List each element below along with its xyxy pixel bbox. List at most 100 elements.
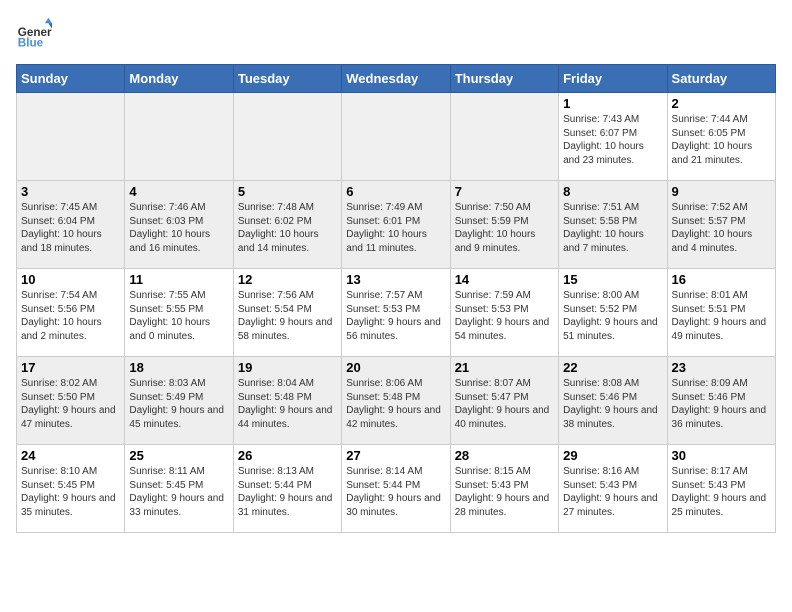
calendar-cell: 4Sunrise: 7:46 AM Sunset: 6:03 PM Daylig… <box>125 181 233 269</box>
day-number: 3 <box>21 184 120 199</box>
header-friday: Friday <box>559 65 667 93</box>
week-row-4: 17Sunrise: 8:02 AM Sunset: 5:50 PM Dayli… <box>17 357 776 445</box>
day-info: Sunrise: 8:13 AM Sunset: 5:44 PM Dayligh… <box>238 465 337 519</box>
calendar-cell: 12 Sunrise: 7:56 AM Sunset: 5:54 PM Dayli… <box>233 269 341 357</box>
day-number: 14 <box>455 272 554 287</box>
header-thursday: Thursday <box>450 65 558 93</box>
week-row-1: 1 Sunrise: 7:43 AM Sunset: 6:07 PM Daylig… <box>17 93 776 181</box>
calendar-table: SundayMondayTuesdayWednesdayThursdayFrid… <box>16 64 776 533</box>
calendar-cell: 21 Sunrise: 8:07 AM Sunset: 5:47 PM Dayli… <box>450 357 558 445</box>
page-header: General Blue <box>16 16 776 52</box>
calendar-cell: 11 Sunrise: 7:55 AM Sunset: 5:55 PM Dayli… <box>125 269 233 357</box>
day-info: Sunrise: 8:04 AM Sunset: 5:48 PM Dayligh… <box>238 377 337 431</box>
calendar-cell: 6 Sunrise: 7:49 AM Sunset: 6:01 PM Daylig… <box>342 181 450 269</box>
calendar-header: SundayMondayTuesdayWednesdayThursdayFrid… <box>17 65 776 93</box>
logo-icon: General Blue <box>16 16 52 52</box>
day-number: 26 <box>238 448 337 463</box>
day-number: 16 <box>672 272 771 287</box>
day-info: Sunrise: 8:17 AM Sunset: 5:43 PM Dayligh… <box>672 465 771 519</box>
day-number: 2 <box>672 96 771 111</box>
day-number: 22 <box>563 360 662 375</box>
day-info: Sunrise: 7:45 AM Sunset: 6:04 PM Dayligh… <box>21 201 120 255</box>
calendar-cell <box>233 93 341 181</box>
day-info: Sunrise: 7:51 AM Sunset: 5:58 PM Dayligh… <box>563 201 662 255</box>
day-number: 12 <box>238 272 337 287</box>
calendar-cell: 14Sunrise: 7:59 AM Sunset: 5:53 PM Dayli… <box>450 269 558 357</box>
calendar-cell <box>342 93 450 181</box>
calendar-cell: 22 Sunrise: 8:08 AM Sunset: 5:46 PM Dayli… <box>559 357 667 445</box>
day-number: 10 <box>21 272 120 287</box>
calendar-cell: 26 Sunrise: 8:13 AM Sunset: 5:44 PM Dayli… <box>233 445 341 533</box>
day-info: Sunrise: 7:50 AM Sunset: 5:59 PM Dayligh… <box>455 201 554 255</box>
calendar-cell: 18 Sunrise: 8:03 AM Sunset: 5:49 PM Dayli… <box>125 357 233 445</box>
day-number: 18 <box>129 360 228 375</box>
calendar-cell: 23Sunrise: 8:09 AM Sunset: 5:46 PM Dayli… <box>667 357 775 445</box>
day-number: 24 <box>21 448 120 463</box>
day-info: Sunrise: 7:56 AM Sunset: 5:54 PM Dayligh… <box>238 289 337 343</box>
day-info: Sunrise: 8:10 AM Sunset: 5:45 PM Dayligh… <box>21 465 120 519</box>
header-sunday: Sunday <box>17 65 125 93</box>
calendar-cell: 3 Sunrise: 7:45 AM Sunset: 6:04 PM Daylig… <box>17 181 125 269</box>
calendar-cell: 15 Sunrise: 8:00 AM Sunset: 5:52 PM Dayli… <box>559 269 667 357</box>
day-number: 7 <box>455 184 554 199</box>
day-info: Sunrise: 8:06 AM Sunset: 5:48 PM Dayligh… <box>346 377 445 431</box>
day-info: Sunrise: 8:08 AM Sunset: 5:46 PM Dayligh… <box>563 377 662 431</box>
logo: General Blue <box>16 16 52 52</box>
calendar-cell: 7 Sunrise: 7:50 AM Sunset: 5:59 PM Daylig… <box>450 181 558 269</box>
day-info: Sunrise: 7:43 AM Sunset: 6:07 PM Dayligh… <box>563 113 662 167</box>
calendar-cell: 9Sunrise: 7:52 AM Sunset: 5:57 PM Daylig… <box>667 181 775 269</box>
day-number: 23 <box>672 360 771 375</box>
day-number: 8 <box>563 184 662 199</box>
day-number: 27 <box>346 448 445 463</box>
calendar-cell: 16 Sunrise: 8:01 AM Sunset: 5:51 PM Dayli… <box>667 269 775 357</box>
day-info: Sunrise: 7:44 AM Sunset: 6:05 PM Dayligh… <box>672 113 771 167</box>
calendar-cell: 2 Sunrise: 7:44 AM Sunset: 6:05 PM Daylig… <box>667 93 775 181</box>
calendar-body: 1 Sunrise: 7:43 AM Sunset: 6:07 PM Daylig… <box>17 93 776 533</box>
day-number: 13 <box>346 272 445 287</box>
day-number: 29 <box>563 448 662 463</box>
day-info: Sunrise: 7:57 AM Sunset: 5:53 PM Dayligh… <box>346 289 445 343</box>
day-number: 1 <box>563 96 662 111</box>
calendar-cell: 19Sunrise: 8:04 AM Sunset: 5:48 PM Dayli… <box>233 357 341 445</box>
day-info: Sunrise: 8:15 AM Sunset: 5:43 PM Dayligh… <box>455 465 554 519</box>
day-number: 28 <box>455 448 554 463</box>
day-info: Sunrise: 8:01 AM Sunset: 5:51 PM Dayligh… <box>672 289 771 343</box>
day-number: 25 <box>129 448 228 463</box>
day-number: 20 <box>346 360 445 375</box>
day-info: Sunrise: 7:46 AM Sunset: 6:03 PM Dayligh… <box>129 201 228 255</box>
day-info: Sunrise: 7:48 AM Sunset: 6:02 PM Dayligh… <box>238 201 337 255</box>
day-info: Sunrise: 8:14 AM Sunset: 5:44 PM Dayligh… <box>346 465 445 519</box>
header-saturday: Saturday <box>667 65 775 93</box>
week-row-2: 3 Sunrise: 7:45 AM Sunset: 6:04 PM Daylig… <box>17 181 776 269</box>
day-number: 30 <box>672 448 771 463</box>
week-row-3: 10Sunrise: 7:54 AM Sunset: 5:56 PM Dayli… <box>17 269 776 357</box>
day-number: 6 <box>346 184 445 199</box>
calendar-cell: 8 Sunrise: 7:51 AM Sunset: 5:58 PM Daylig… <box>559 181 667 269</box>
week-row-5: 24 Sunrise: 8:10 AM Sunset: 5:45 PM Dayli… <box>17 445 776 533</box>
day-number: 5 <box>238 184 337 199</box>
calendar-cell: 10Sunrise: 7:54 AM Sunset: 5:56 PM Dayli… <box>17 269 125 357</box>
header-monday: Monday <box>125 65 233 93</box>
day-number: 9 <box>672 184 771 199</box>
calendar-cell <box>450 93 558 181</box>
day-number: 17 <box>21 360 120 375</box>
day-number: 11 <box>129 272 228 287</box>
calendar-cell: 24 Sunrise: 8:10 AM Sunset: 5:45 PM Dayli… <box>17 445 125 533</box>
calendar-cell: 25 Sunrise: 8:11 AM Sunset: 5:45 PM Dayli… <box>125 445 233 533</box>
day-info: Sunrise: 8:11 AM Sunset: 5:45 PM Dayligh… <box>129 465 228 519</box>
calendar-cell <box>17 93 125 181</box>
header-wednesday: Wednesday <box>342 65 450 93</box>
calendar-cell: 28 Sunrise: 8:15 AM Sunset: 5:43 PM Dayli… <box>450 445 558 533</box>
calendar-cell: 17Sunrise: 8:02 AM Sunset: 5:50 PM Dayli… <box>17 357 125 445</box>
day-number: 15 <box>563 272 662 287</box>
calendar-cell: 20 Sunrise: 8:06 AM Sunset: 5:48 PM Dayli… <box>342 357 450 445</box>
calendar-cell: 27 Sunrise: 8:14 AM Sunset: 5:44 PM Dayli… <box>342 445 450 533</box>
day-info: Sunrise: 8:07 AM Sunset: 5:47 PM Dayligh… <box>455 377 554 431</box>
day-number: 21 <box>455 360 554 375</box>
calendar-cell: 29Sunrise: 8:16 AM Sunset: 5:43 PM Dayli… <box>559 445 667 533</box>
day-info: Sunrise: 7:49 AM Sunset: 6:01 PM Dayligh… <box>346 201 445 255</box>
day-info: Sunrise: 7:55 AM Sunset: 5:55 PM Dayligh… <box>129 289 228 343</box>
day-info: Sunrise: 8:03 AM Sunset: 5:49 PM Dayligh… <box>129 377 228 431</box>
day-info: Sunrise: 8:00 AM Sunset: 5:52 PM Dayligh… <box>563 289 662 343</box>
calendar-cell: 1 Sunrise: 7:43 AM Sunset: 6:07 PM Daylig… <box>559 93 667 181</box>
